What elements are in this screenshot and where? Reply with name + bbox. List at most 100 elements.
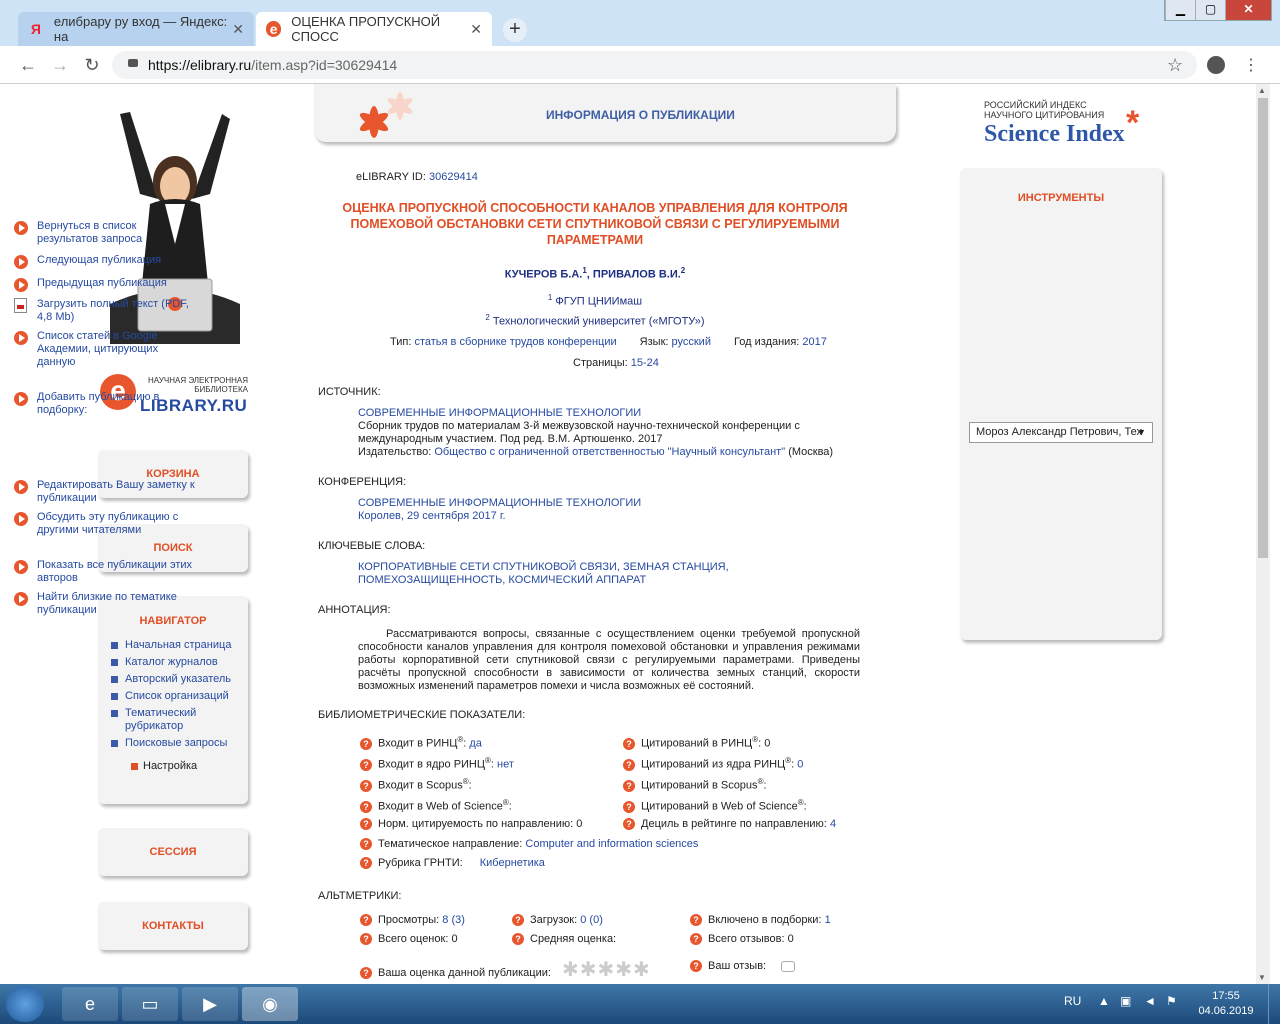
keywords-links[interactable]: КОРПОРАТИВНЫЕ СЕТИ СПУТНИКОВОЙ СВЯЗИ, ЗЕ…	[358, 561, 838, 587]
nav-item-rubricator[interactable]: Тематический рубрикатор	[98, 707, 248, 733]
contacts-button[interactable]: КОНТАКТЫ	[98, 902, 248, 950]
bm-value[interactable]: Computer and information sciences	[525, 838, 698, 850]
close-tab-icon[interactable]: ✕	[470, 21, 482, 38]
scroll-up-icon[interactable]: ▲	[1258, 86, 1266, 95]
tool-edit-note[interactable]: Редактировать Вашу заметку к публикации	[14, 479, 198, 505]
help-icon[interactable]: ?	[690, 914, 702, 927]
help-icon[interactable]: ?	[360, 914, 372, 927]
help-icon[interactable]: ?	[623, 758, 635, 771]
collection-select[interactable]: Мороз Александр Петрович, Тех ▼	[969, 422, 1153, 443]
tool-google-scholar[interactable]: Список статей в Google Академии, цитирую…	[14, 330, 198, 369]
help-icon[interactable]: ?	[623, 800, 635, 813]
tool-download-pdf[interactable]: Загрузить полный текст (PDF, 4,8 Mb)	[14, 298, 198, 324]
alt-reviews: ? Всего отзывов: 0	[690, 933, 794, 946]
close-tab-icon[interactable]: ✕	[232, 21, 244, 38]
url-input[interactable]: https://elibrary.ru/item.asp?id=30629414	[112, 51, 1197, 79]
conference-title-link[interactable]: СОВРЕМЕННЫЕ ИНФОРМАЦИОННЫЕ ТЕХНОЛОГИИ	[358, 497, 838, 510]
minimize-icon[interactable]: ▁	[1165, 0, 1195, 20]
help-icon[interactable]: ?	[623, 818, 635, 831]
help-icon[interactable]: ?	[360, 818, 372, 831]
tab-yandex[interactable]: Я елибрару ру вход — Яндекс: на ✕	[18, 12, 254, 46]
help-icon[interactable]: ?	[512, 933, 524, 946]
tool-add-to-collection[interactable]: Добавить публикацию в подборку:	[14, 391, 198, 417]
help-icon[interactable]: ?	[360, 758, 372, 771]
bm-label: Цитирований в Scopus	[641, 779, 758, 792]
help-icon[interactable]: ?	[360, 838, 372, 851]
bm-value[interactable]: Кибернетика	[480, 857, 545, 869]
tool-label: Показать все публикации этих авторов	[37, 559, 193, 584]
help-icon[interactable]: ?	[360, 857, 372, 870]
tool-back-to-results[interactable]: Вернуться в список результатов запроса	[14, 220, 198, 246]
help-icon[interactable]: ?	[360, 967, 372, 980]
tab-elibrary[interactable]: e ОЦЕНКА ПРОПУСКНОЙ СПОСС ✕	[256, 12, 492, 46]
help-icon[interactable]: ?	[623, 779, 635, 792]
start-button[interactable]	[6, 986, 44, 1022]
show-desktop-button[interactable]	[1268, 984, 1280, 1024]
explorer-icon[interactable]: ▭	[122, 987, 178, 1021]
help-icon[interactable]: ?	[360, 933, 372, 946]
source-title-link[interactable]: СОВРЕМЕННЫЕ ИНФОРМАЦИОННЫЕ ТЕХНОЛОГИИ	[358, 407, 838, 420]
help-icon[interactable]: ?	[690, 933, 702, 946]
bm-norm: ? Норм. цитируемость по направлению: 0	[360, 818, 582, 831]
help-icon[interactable]: ?	[512, 914, 524, 927]
bm-theme: ? Тематическое направление: Computer and …	[360, 838, 698, 851]
tool-prev[interactable]: Предыдущая публикация	[14, 277, 198, 292]
media-player-icon[interactable]: ▶	[182, 987, 238, 1021]
alt-label: Средняя оценка:	[530, 933, 617, 945]
affiliation-link[interactable]: Технологический университет («МГОТУ»)	[493, 315, 705, 327]
chrome-icon[interactable]: ◉	[242, 987, 298, 1021]
comment-icon[interactable]	[781, 960, 796, 972]
scroll-down-icon[interactable]: ▼	[1258, 973, 1266, 982]
maximize-icon[interactable]: ▢	[1195, 0, 1225, 20]
science-index-logo[interactable]: РОССИЙСКИЙ ИНДЕКС НАУЧНОГО ЦИТИРОВАНИЯ S…	[984, 100, 1139, 148]
account-icon[interactable]	[1207, 56, 1225, 74]
tool-similar[interactable]: Найти близкие по тематике публикации	[14, 591, 198, 617]
year-value: 2017	[802, 336, 827, 348]
bookmark-star-icon[interactable]: ☆	[1167, 55, 1183, 76]
language-indicator[interactable]: RU	[1064, 994, 1081, 1008]
affiliation-link[interactable]: ФГУП ЦНИИмаш	[555, 296, 642, 308]
help-icon[interactable]: ?	[360, 779, 372, 792]
lock-icon[interactable]	[128, 59, 138, 67]
help-icon[interactable]: ?	[690, 960, 702, 973]
author-link[interactable]: КУЧЕРОВ Б.А.	[505, 269, 583, 281]
nav-item-queries[interactable]: Поисковые запросы	[98, 737, 248, 750]
nav-item-organizations[interactable]: Список организаций	[98, 690, 248, 703]
tool-label: Предыдущая публикация	[37, 277, 167, 289]
network-icon[interactable]: ▣	[1120, 994, 1131, 1008]
nav-item-settings[interactable]: Настройка	[98, 760, 248, 773]
pages-value: 15-24	[630, 357, 659, 369]
author-link[interactable]: ПРИВАЛОВ В.И.	[593, 269, 681, 281]
id-value[interactable]: 30629414	[429, 171, 478, 183]
bm-grnti: ? Рубрика ГРНТИ: Кибернетика	[360, 857, 545, 870]
close-window-icon[interactable]: ✕	[1225, 0, 1271, 20]
tool-next[interactable]: Следующая публикация	[14, 254, 198, 269]
alt-views: ? Просмотры: 8 (3)	[360, 914, 465, 927]
clock[interactable]: 17:55 04.06.2019	[1196, 989, 1256, 1019]
tool-discuss[interactable]: Обсудить эту публикацию с другими читате…	[14, 511, 198, 537]
back-icon[interactable]: ←	[18, 55, 38, 76]
help-icon[interactable]: ?	[360, 800, 372, 813]
rating-stars[interactable]: ✱✱✱✱✱	[562, 959, 651, 981]
tray-arrow-icon[interactable]: ▲	[1098, 994, 1110, 1008]
nav-item-home[interactable]: Начальная страница	[98, 639, 248, 652]
nav-item-journals[interactable]: Каталог журналов	[98, 656, 248, 669]
keywords-label: КЛЮЧЕВЫЕ СЛОВА:	[318, 540, 426, 552]
ie-icon[interactable]: e	[62, 987, 118, 1021]
publisher-link[interactable]: Общество с ограниченной ответственностью…	[434, 446, 785, 458]
browser-tab-bar: Я елибрару ру вход — Яндекс: на ✕ e ОЦЕН…	[0, 0, 1280, 46]
flag-icon[interactable]: ⚑	[1166, 994, 1177, 1008]
reload-icon[interactable]: ↻	[82, 55, 102, 76]
nav-item-authors[interactable]: Авторский указатель	[98, 673, 248, 686]
page-scrollbar[interactable]: ▲ ▼	[1256, 84, 1270, 984]
new-tab-button[interactable]: +	[503, 18, 527, 42]
conference-place[interactable]: Королев, 29 сентября 2017 г.	[358, 510, 838, 523]
help-icon[interactable]: ?	[360, 737, 372, 750]
session-button[interactable]: СЕССИЯ	[98, 828, 248, 876]
scrollbar-thumb[interactable]	[1258, 98, 1268, 558]
menu-icon[interactable]: ⋮	[1243, 55, 1259, 75]
help-icon[interactable]: ?	[623, 737, 635, 750]
forward-icon[interactable]: →	[50, 55, 70, 76]
tool-author-pubs[interactable]: Показать все публикации этих авторов	[14, 559, 198, 585]
sound-icon[interactable]: ◄	[1144, 994, 1156, 1008]
